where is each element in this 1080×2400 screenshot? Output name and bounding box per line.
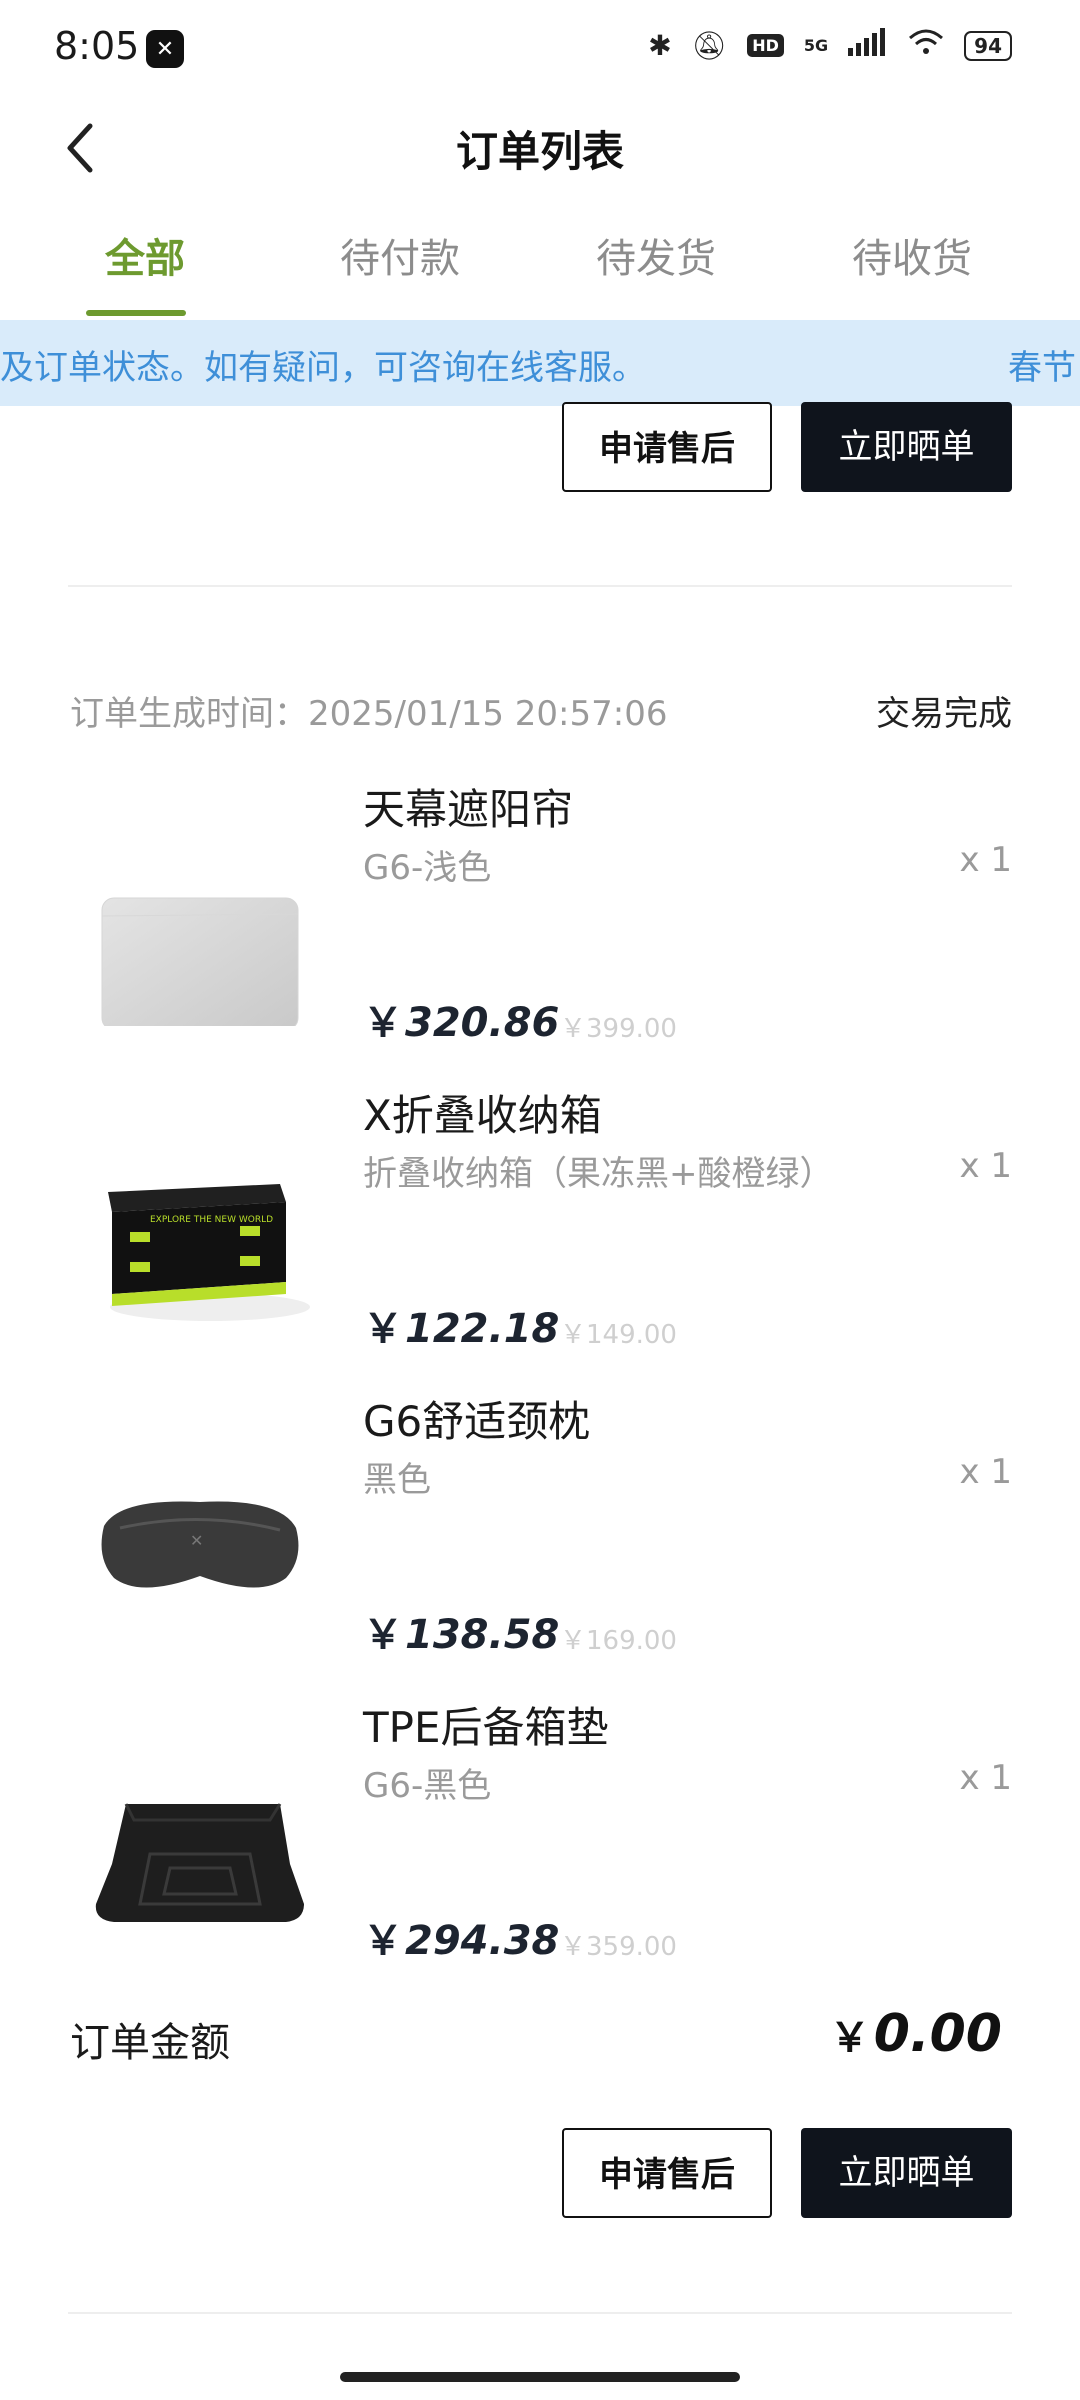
bluetooth-icon: ✱ (648, 29, 672, 62)
page-title: 订单列表 (455, 127, 624, 176)
order-item[interactable]: 天幕遮阳帘 G6-浅色 x 1 ￥320.86 ￥399.00 (0, 776, 1080, 1081)
item-original-price: ￥149.00 (560, 1320, 677, 1350)
share-review-button[interactable]: 立即晒单 (801, 2128, 1012, 2218)
item-original-price: ￥169.00 (560, 1626, 677, 1656)
order-item[interactable]: EXPLORE THE NEW WORLD X折叠收纳箱 折叠收纳箱（果冻黑+酸… (0, 1082, 1080, 1387)
neck-pillow-image: ✕ (90, 1438, 310, 1638)
order-status: 交易完成 (876, 694, 1012, 734)
item-name: TPE后备箱垫 (363, 1703, 609, 1752)
currency-symbol: ￥ (363, 1612, 403, 1658)
item-quantity: x 1 (959, 1452, 1012, 1492)
tab-all[interactable]: 全部 (45, 226, 245, 284)
share-review-button[interactable]: 立即晒单 (801, 402, 1012, 492)
mute-bell-icon: 🔕︎ (691, 29, 728, 62)
item-quantity: x 1 (959, 1758, 1012, 1798)
item-price-value: 122.18 (405, 1306, 560, 1352)
wifi-icon (908, 28, 944, 63)
svg-text:EXPLORE THE NEW WORLD: EXPLORE THE NEW WORLD (150, 1215, 273, 1225)
item-price: ￥320.86 (363, 990, 559, 1048)
order-item[interactable]: ✕ G6舒适颈枕 黑色 x 1 ￥138.58 ￥169.00 (0, 1388, 1080, 1693)
order-divider (68, 585, 1012, 587)
item-original-price: ￥359.00 (560, 1932, 677, 1962)
item-price-value: 138.58 (405, 1612, 560, 1658)
item-price-value: 320.86 (405, 1000, 560, 1046)
active-tab-indicator (86, 310, 186, 316)
order-total-value: 0.00 (873, 2004, 1002, 2064)
item-name: G6舒适颈枕 (363, 1397, 591, 1446)
item-spec: 黑色 (363, 1460, 431, 1500)
item-price: ￥138.58 (363, 1602, 559, 1660)
order-item[interactable]: TPE后备箱垫 G6-黑色 x 1 ￥294.38 ￥359.00 (0, 1694, 1080, 1999)
svg-text:✕: ✕ (190, 1531, 203, 1550)
trunk-mat-image (90, 1744, 310, 1944)
tab-pending-shipment[interactable]: 待发货 (556, 226, 756, 284)
order-tabs: 全部 待付款 待发货 待收货 (0, 226, 1080, 316)
app-notification-icon: ✕ (146, 30, 184, 68)
currency-symbol: ￥ (363, 1000, 403, 1046)
status-icons: ✱ 🔕︎ HD 5G 94 (648, 28, 1012, 63)
item-spec: G6-浅色 (363, 848, 492, 888)
tab-pending-receipt[interactable]: 待收货 (812, 226, 1012, 284)
hd-icon: HD (747, 34, 784, 57)
currency-symbol: ￥ (363, 1306, 403, 1352)
item-price: ￥294.38 (363, 1908, 559, 1966)
item-quantity: x 1 (959, 1146, 1012, 1186)
after-sale-button[interactable]: 申请售后 (562, 402, 772, 492)
after-sale-button[interactable]: 申请售后 (562, 2128, 772, 2218)
network-5g-label: 5G (803, 35, 829, 55)
order-created-time: 订单生成时间：2025/01/15 20:57:06 (70, 694, 668, 734)
status-bar: 8:05 ✕ ✱ 🔕︎ HD 5G 94 (0, 0, 1080, 100)
status-time: 8:05 (54, 24, 140, 68)
item-quantity: x 1 (959, 840, 1012, 880)
currency-symbol: ￥ (829, 2015, 870, 2061)
order-total-amount: ￥0.00 (830, 2004, 1002, 2064)
notice-text-next: 春节 (1008, 348, 1076, 388)
tab-pending-payment[interactable]: 待付款 (300, 226, 500, 284)
item-spec: G6-黑色 (363, 1766, 492, 1806)
sunshade-image (90, 826, 310, 1031)
signal-icon (848, 28, 888, 63)
battery-icon: 94 (964, 30, 1012, 61)
order-total-label: 订单金额 (70, 2020, 230, 2066)
item-name: X折叠收纳箱 (363, 1091, 602, 1140)
item-price: ￥122.18 (363, 1296, 559, 1354)
order-divider (68, 2312, 1012, 2314)
item-price-value: 294.38 (405, 1918, 560, 1964)
notice-text: 及订单状态。如有疑问，可咨询在线客服。 (0, 348, 646, 388)
currency-symbol: ￥ (363, 1918, 403, 1964)
storage-box-image: EXPLORE THE NEW WORLD (90, 1132, 310, 1332)
item-original-price: ￥399.00 (560, 1014, 677, 1044)
item-spec: 折叠收纳箱（果冻黑+酸橙绿） (363, 1154, 834, 1194)
home-indicator[interactable] (340, 2372, 740, 2382)
item-name: 天幕遮阳帘 (363, 785, 574, 834)
notice-banner[interactable]: 及订单状态。如有疑问，可咨询在线客服。 春节 (0, 320, 1080, 406)
